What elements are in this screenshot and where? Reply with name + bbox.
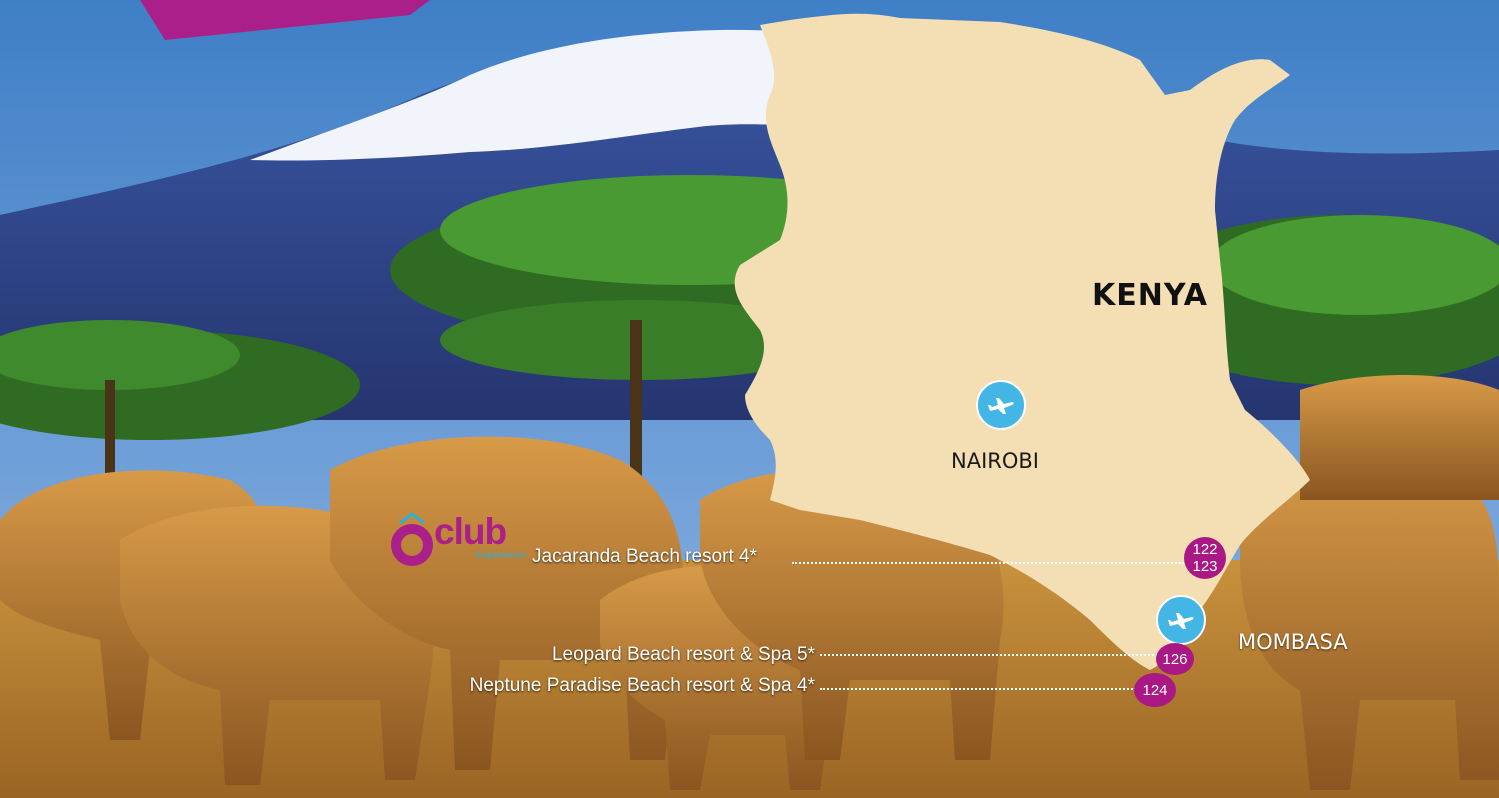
airplane-icon xyxy=(988,398,1014,414)
hotel-page-badge-leopard[interactable]: 126 xyxy=(1156,643,1194,675)
club-logo-ring-icon xyxy=(391,512,433,566)
hotel-label-neptune[interactable]: Neptune Paradise Beach resort & Spa 4* xyxy=(470,675,815,697)
nairobi-airport-marker[interactable] xyxy=(976,380,1026,430)
hotel-label-jacaranda[interactable]: Jacaranda Beach resort 4* xyxy=(532,546,757,568)
hotel-page-badge-neptune[interactable]: 124 xyxy=(1134,673,1176,707)
club-logo-word: club xyxy=(434,511,507,552)
hotel-leader-line xyxy=(792,562,1184,564)
map-scene: KENYA NAIROBI MOMBASA club Experience Ja… xyxy=(0,0,1499,798)
airplane-icon xyxy=(1168,613,1194,629)
hotel-leader-line xyxy=(820,688,1136,690)
page-number: 123 xyxy=(1192,558,1218,575)
hotel-label-leopard[interactable]: Leopard Beach resort & Spa 5* xyxy=(552,644,815,666)
country-label: KENYA xyxy=(1092,278,1208,313)
city-label-nairobi: NAIROBI xyxy=(951,449,1039,473)
hotel-leader-line xyxy=(820,654,1158,656)
page-number: 122 xyxy=(1192,541,1218,558)
page-number: 124 xyxy=(1142,681,1168,699)
page-number: 126 xyxy=(1162,650,1188,668)
club-experience-logo: club Experience xyxy=(390,510,532,566)
city-label-mombasa: MOMBASA xyxy=(1238,630,1348,654)
mombasa-airport-marker[interactable] xyxy=(1156,595,1206,645)
club-logo-sub: Experience xyxy=(476,550,527,561)
hotel-page-badge-jacaranda[interactable]: 122 123 xyxy=(1184,537,1226,579)
